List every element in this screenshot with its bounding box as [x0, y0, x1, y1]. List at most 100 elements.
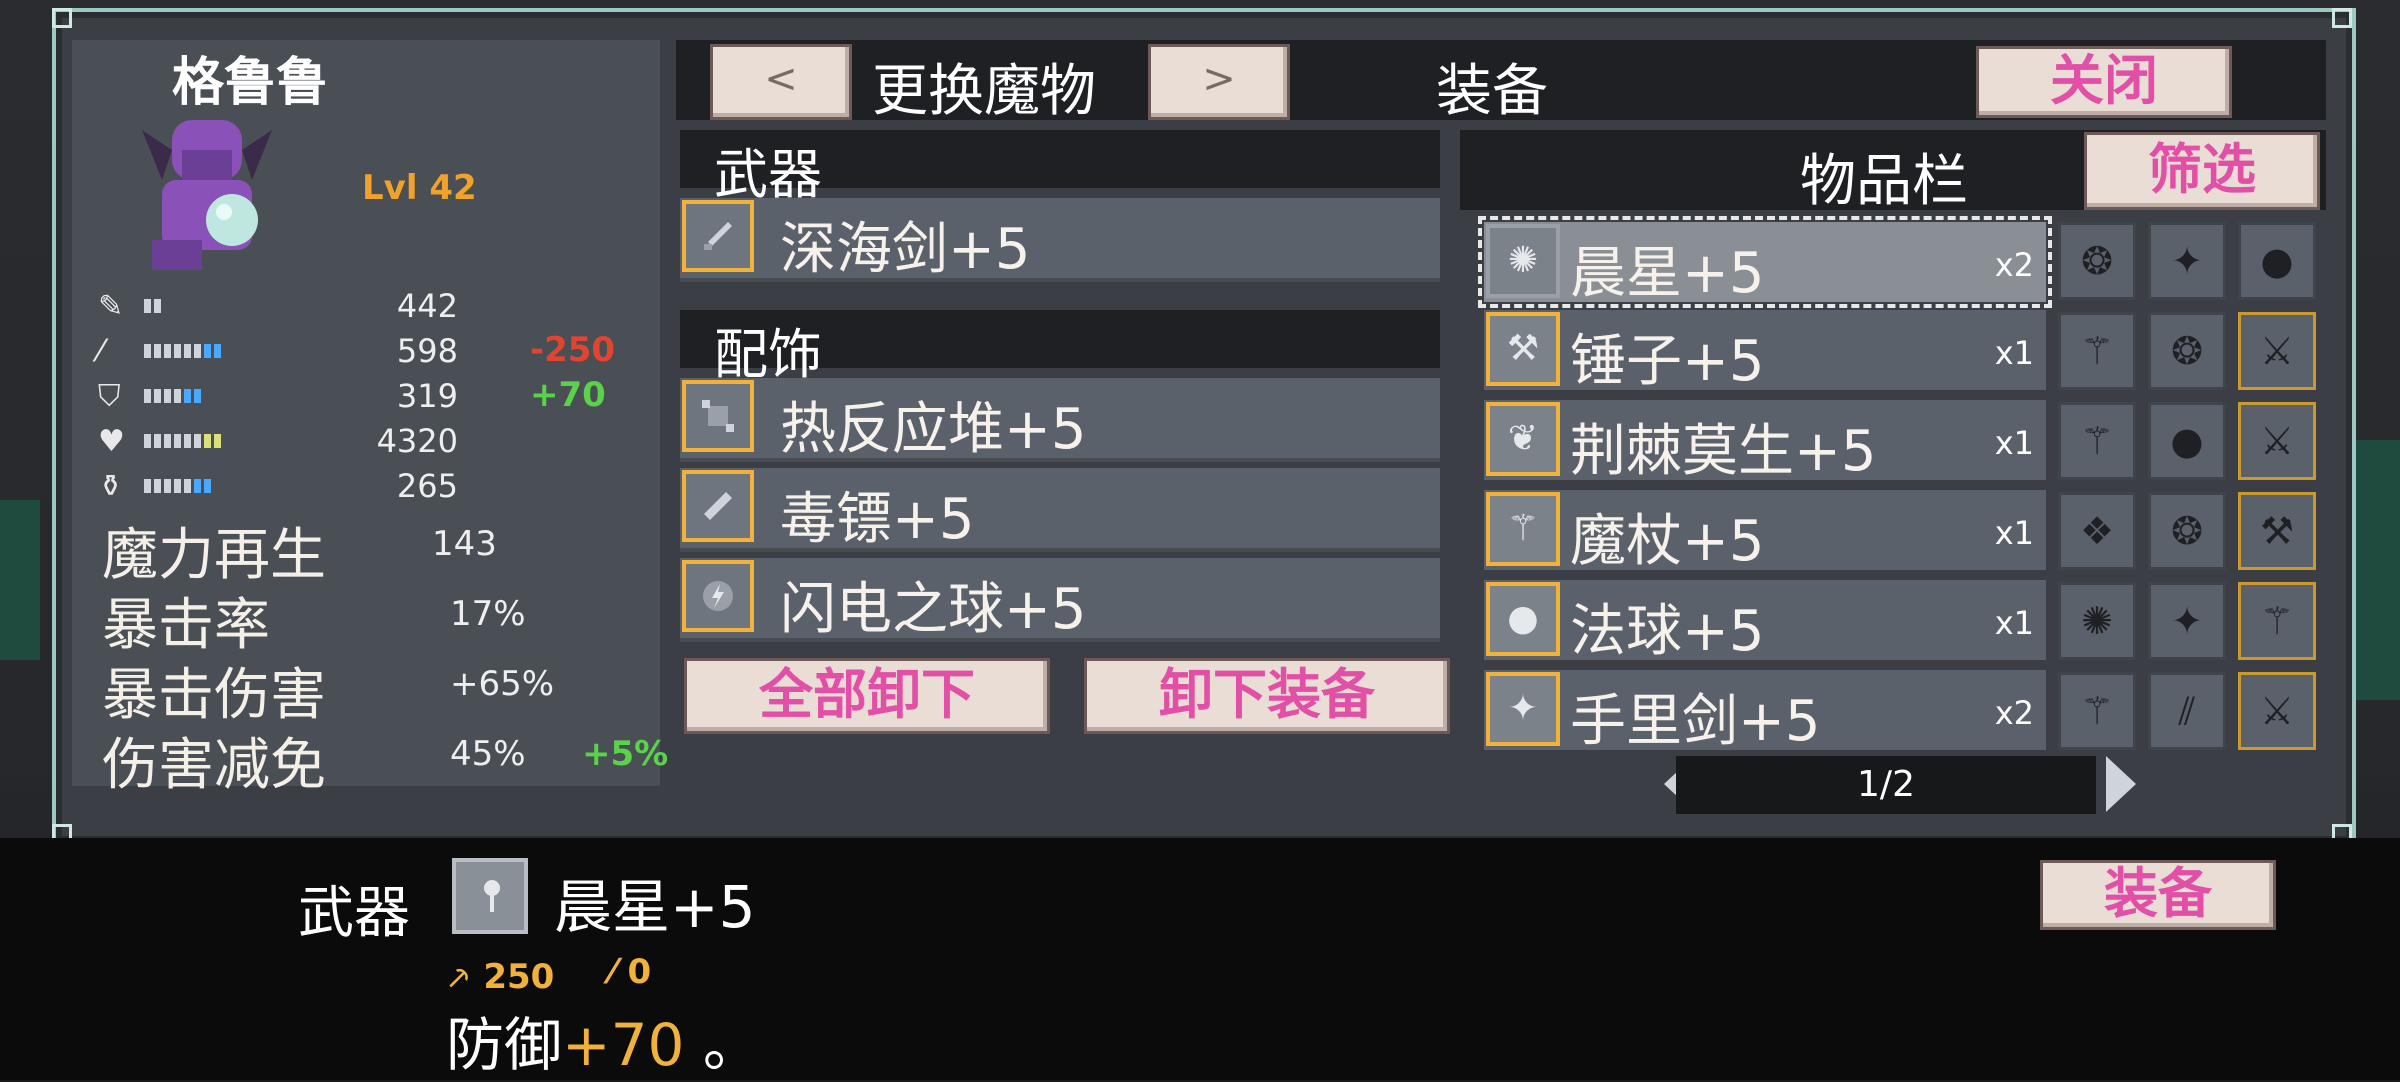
sword-icon [704, 222, 732, 250]
inventory-item[interactable]: ❦ 荆棘莫生+5 x1 [1484, 400, 2046, 484]
next-monster-button[interactable]: > [1148, 44, 1290, 120]
inventory-item-quantity: x1 [1994, 424, 2034, 462]
accessory-slot[interactable]: 闪电之球+5 [680, 558, 1440, 642]
item-thumbnail-icon: ⚚ [2259, 599, 2295, 643]
accessory-slot[interactable]: 毒镖+5 [680, 468, 1440, 552]
morningstar-icon: ✺ [1507, 240, 1539, 281]
inventory-grid-slot[interactable]: ⚔ [2238, 312, 2316, 390]
item-thumbnail-icon: ⚚ [2079, 419, 2115, 463]
attribute-row: 伤害减免 45% +5% [102, 720, 668, 798]
inventory-item[interactable]: ✦ 手里剑+5 x2 [1484, 670, 2046, 754]
change-monster-label: 更换魔物 [872, 59, 1096, 124]
inventory-item-icon-box: ⚚ [1486, 492, 1560, 566]
inventory-grid-slot[interactable]: ❂ [2148, 492, 2226, 570]
inventory-grid-slot[interactable]: ● [2238, 222, 2316, 300]
attribute-row: 魔力再生 143 [102, 510, 662, 588]
unequip-all-button[interactable]: 全部卸下 [684, 658, 1050, 734]
prev-monster-button[interactable]: < [710, 44, 852, 120]
filter-button[interactable]: 筛选 [2084, 132, 2320, 210]
item-thumbnail-icon: ⚚ [2079, 329, 2115, 373]
inventory-item-name: 魔杖+5 [1570, 509, 1765, 574]
attribute-row: 暴击率 17% [102, 580, 662, 658]
item-thumbnail-icon: ● [2260, 239, 2294, 283]
detail-slot-label: 武器 [298, 881, 410, 946]
accessory-slot-icon-box [682, 560, 754, 632]
equip-button[interactable]: 装备 [2040, 860, 2276, 930]
shuriken-icon: ✦ [1507, 688, 1539, 729]
accessory-slot[interactable]: 热反应堆+5 [680, 378, 1440, 462]
stat-row: ♥ 4320 [98, 420, 658, 460]
inventory-grid-slot[interactable]: ⚚ [2058, 402, 2136, 480]
inventory-item[interactable]: ⚒ 锤子+5 x1 [1484, 310, 2046, 394]
inventory-grid-slot[interactable]: ⫽ [2148, 672, 2226, 750]
next-page-arrow[interactable] [2106, 756, 2136, 812]
inventory-item[interactable]: ⚚ 魔杖+5 x1 [1484, 490, 2046, 574]
close-button[interactable]: 关闭 [1976, 46, 2232, 118]
background-foliage [2350, 440, 2400, 700]
level-label: Lvl 42 [362, 168, 477, 208]
inventory-item-quantity: x1 [1994, 514, 2034, 552]
inventory-grid-slot[interactable]: ⚚ [2238, 582, 2316, 660]
inventory-pager: 1/2 [1676, 756, 2096, 814]
inventory-grid-slot[interactable]: ✦ [2148, 582, 2226, 660]
accessory-slot-icon-box [682, 470, 754, 542]
inventory-item-quantity: x1 [1994, 334, 2034, 372]
window-header: < 更换魔物 > 装备 关闭 [676, 40, 2326, 124]
inventory-grid-slot[interactable]: ⚒ [2238, 492, 2316, 570]
reactor-icon [702, 400, 734, 432]
item-thumbnail-icon: ⚒ [2259, 509, 2295, 553]
inventory-item[interactable]: ● 法球+5 x1 [1484, 580, 2046, 664]
weapon-slot[interactable]: 深海剑+5 [680, 198, 1440, 282]
weapon-slot-icon-box [682, 200, 754, 272]
detail-desc-value: +70 [562, 1011, 685, 1079]
detail-magic-value: 0 [627, 952, 652, 992]
inventory-item-name: 锤子+5 [1570, 329, 1765, 394]
inventory-grid-slot[interactable]: ⚔ [2238, 402, 2316, 480]
inventory-grid-slot[interactable]: ⚔ [2238, 672, 2316, 750]
inventory-grid-slot[interactable]: ✺ [2058, 582, 2136, 660]
item-thumbnail-icon: ⚔ [2259, 689, 2295, 733]
inventory-grid-slot[interactable]: ⚚ [2058, 672, 2136, 750]
accessory-section-heading: 配饰 [680, 310, 1440, 386]
inventory-item-icon-box: ⚒ [1486, 312, 1560, 386]
inventory-grid-slot[interactable]: ✦ [2148, 222, 2226, 300]
stat-value: 265 [396, 467, 458, 505]
item-thumbnail-icon: ⚚ [2079, 689, 2115, 733]
inventory-grid-slot[interactable]: ● [2148, 402, 2226, 480]
inventory-grid-slot[interactable]: ⚚ [2058, 312, 2136, 390]
stat-value: 442 [396, 287, 458, 325]
item-thumbnail-icon: ⚔ [2259, 329, 2295, 373]
hammer-icon: ⚒ [1506, 328, 1540, 369]
inventory-grid-slot[interactable]: ❂ [2148, 312, 2226, 390]
item-thumbnail-icon: ❂ [2171, 329, 2203, 373]
wand-icon: ⁄ [98, 334, 104, 369]
stat-value: 319 [396, 377, 458, 415]
item-thumbnail-icon: ❂ [2081, 239, 2113, 283]
detail-item-name: 晨星+5 [554, 873, 756, 941]
unequip-button[interactable]: 卸下装备 [1084, 658, 1450, 734]
potion-icon: ⚱ [98, 469, 124, 504]
heart-icon: ♥ [98, 424, 125, 459]
attribute-label: 伤害减免 [102, 733, 326, 798]
inventory-grid-slot[interactable]: ❂ [2058, 222, 2136, 300]
inventory-item-icon-box: ✺ [1486, 224, 1560, 298]
inventory-item-name: 手里剑+5 [1570, 689, 1821, 754]
detail-desc-suffix: 。 [702, 1011, 761, 1079]
thorn-icon: ❦ [1507, 418, 1539, 459]
accessory-name: 热反应堆+5 [780, 397, 1087, 462]
inventory-item[interactable]: ✺ 晨星+5 x2 [1478, 216, 2052, 308]
attribute-label: 暴击率 [102, 593, 270, 658]
inventory-item-icon-box: ● [1486, 582, 1560, 656]
weapon-section-heading: 武器 [680, 130, 1440, 206]
item-thumbnail-icon: ✦ [2171, 239, 2203, 283]
inventory-item-quantity: x1 [1994, 604, 2034, 642]
stat-bar [144, 344, 221, 358]
item-thumbnail-icon: ❂ [2171, 509, 2203, 553]
staff-icon: ⚚ [1506, 508, 1540, 549]
attribute-label: 暴击伤害 [102, 663, 326, 728]
inventory-grid-slot[interactable]: ❖ [2058, 492, 2136, 570]
attribute-row: 暴击伤害 +65% [102, 650, 662, 728]
stat-row: ✎ 442 [98, 285, 658, 325]
item-thumbnail-icon: ⫽ [2178, 689, 2196, 733]
accessory-slot-icon-box [682, 380, 754, 452]
